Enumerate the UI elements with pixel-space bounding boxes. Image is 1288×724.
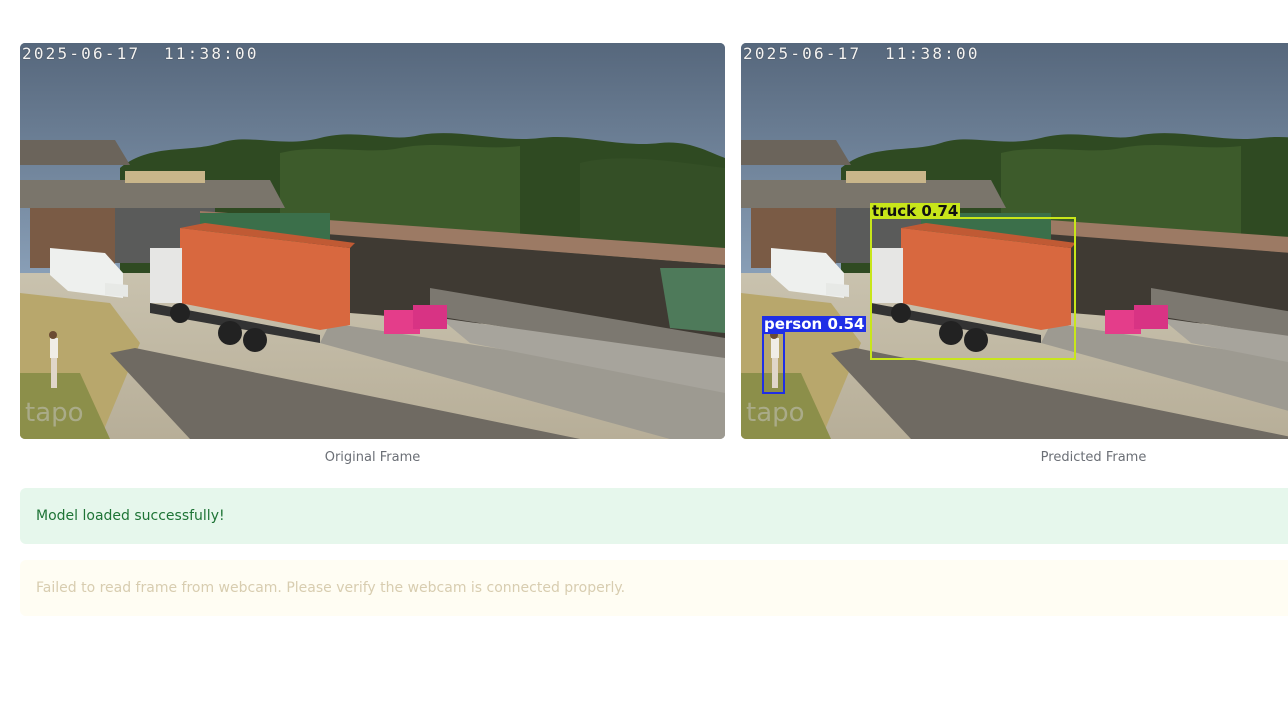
- page: 2025-06-17 11:38:00 Original Frame 2025-…: [0, 0, 1288, 724]
- original-frame-scene: [20, 43, 725, 439]
- truck-detection-label: truck 0.74: [870, 202, 961, 220]
- original-frame-timestamp: 2025-06-17 11:38:00: [22, 44, 259, 63]
- predicted-frame-caption: Predicted Frame: [1040, 450, 1147, 465]
- truck-bounding-box: [870, 217, 1076, 360]
- person-detection-label: person 0.54: [762, 315, 867, 333]
- warning-alert: Failed to read frame from webcam. Please…: [20, 560, 1288, 616]
- person-bounding-box: [762, 332, 785, 394]
- success-alert: Model loaded successfully!: [20, 488, 1288, 544]
- original-frame-image: 2025-06-17 11:38:00: [20, 43, 725, 439]
- success-alert-text: Model loaded successfully!: [36, 508, 225, 524]
- predicted-frame-image: 2025-06-17 11:38:00 truck 0.74 person 0.…: [741, 43, 1288, 439]
- predicted-frame-timestamp: 2025-06-17 11:38:00: [743, 44, 980, 63]
- original-frame-caption: Original Frame: [324, 450, 421, 465]
- warning-alert-text: Failed to read frame from webcam. Please…: [36, 580, 626, 596]
